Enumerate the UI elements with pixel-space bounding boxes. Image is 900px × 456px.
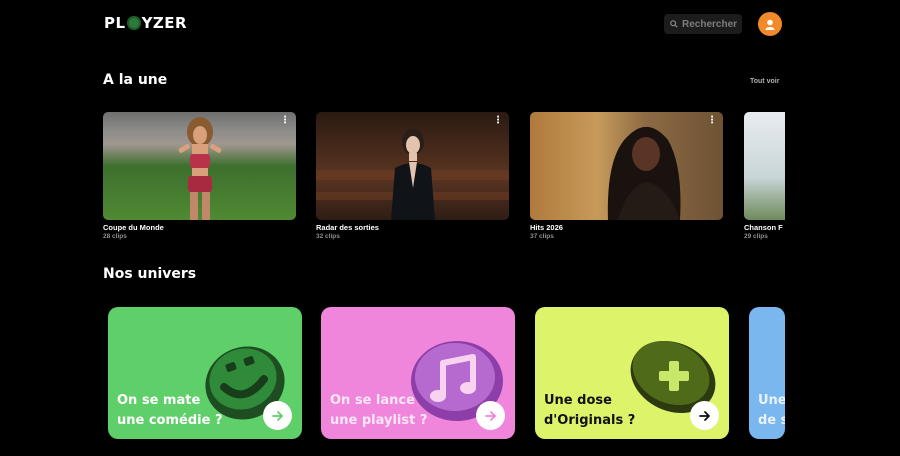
performer-image [607, 126, 681, 220]
arrow-right-icon [271, 410, 283, 421]
search-icon [670, 20, 678, 28]
card-subtitle: 28 clips [103, 233, 127, 240]
arrow-button[interactable] [690, 401, 719, 430]
section-title-featured: A la une [103, 72, 168, 88]
card-title: Hits 2026 [530, 223, 563, 232]
search-input[interactable] [682, 18, 742, 30]
card-subtitle: 29 clips [744, 233, 768, 240]
universe-card-partial[interactable]: Une de s [749, 307, 785, 439]
logo-icon [126, 16, 141, 30]
card-thumbnail: ⋮ [316, 112, 509, 220]
universe-card-label: Une de s [758, 393, 785, 428]
avatar[interactable] [758, 12, 782, 36]
logo[interactable]: PL YZER [104, 14, 187, 32]
universe-card-playlist[interactable]: On se lance une playlist ? [321, 307, 515, 439]
more-icon[interactable]: ⋮ [280, 116, 290, 126]
arrow-button[interactable] [476, 401, 505, 430]
featured-card[interactable]: ⋮ Coupe du Monde 28 clips [103, 112, 296, 240]
arrow-right-icon [698, 410, 710, 421]
card-thumbnail: ⋮ [530, 112, 723, 220]
universe-card-label: Une dose d'Originals ? [544, 393, 636, 428]
section-title-universes: Nos univers [103, 266, 197, 282]
performer-image [178, 117, 221, 220]
arrow-button[interactable] [263, 401, 292, 430]
universe-card-label: On se lance une playlist ? [330, 393, 428, 428]
universe-card-originals[interactable]: Une dose d'Originals ? [535, 307, 729, 439]
universe-card-label: On se mate une comédie ? [117, 393, 223, 428]
card-subtitle: 37 clips [530, 233, 554, 240]
card-subtitle: 32 clips [316, 233, 340, 240]
search-bar[interactable] [664, 14, 742, 34]
card-title: Chanson F [744, 223, 783, 232]
card-title: Radar des sorties [316, 223, 379, 232]
featured-card[interactable]: ⋮ Hits 2026 37 clips [530, 112, 723, 240]
more-icon[interactable]: ⋮ [493, 116, 503, 126]
arrow-right-icon [484, 410, 496, 421]
see-all-link[interactable]: Tout voir [750, 78, 779, 85]
performer-image [390, 129, 435, 220]
more-icon[interactable]: ⋮ [707, 116, 717, 126]
card-thumbnail [744, 112, 785, 220]
featured-card[interactable]: ⋮ Radar des sorties 32 clips [316, 112, 509, 240]
card-thumbnail: ⋮ [103, 112, 296, 220]
card-title: Coupe du Monde [103, 223, 164, 232]
universe-card-comedy[interactable]: On se mate une comédie ? [108, 307, 302, 439]
user-icon [765, 19, 775, 30]
featured-card[interactable]: Chanson F 29 clips [744, 112, 785, 240]
